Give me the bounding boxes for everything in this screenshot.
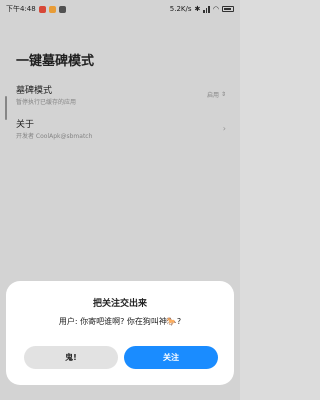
follow-dialog: 把关注交出来 用户: 你寄吧谁啊? 你在狗叫神🐎? 鬼! 关注 <box>6 281 234 385</box>
follow-button[interactable]: 关注 <box>124 346 218 369</box>
dialog-title: 把关注交出来 <box>92 299 147 309</box>
dialog-message: 用户: 你寄吧谁啊? 你在狗叫神🐎? <box>58 317 182 326</box>
dismiss-button[interactable]: 鬼! <box>24 346 118 369</box>
